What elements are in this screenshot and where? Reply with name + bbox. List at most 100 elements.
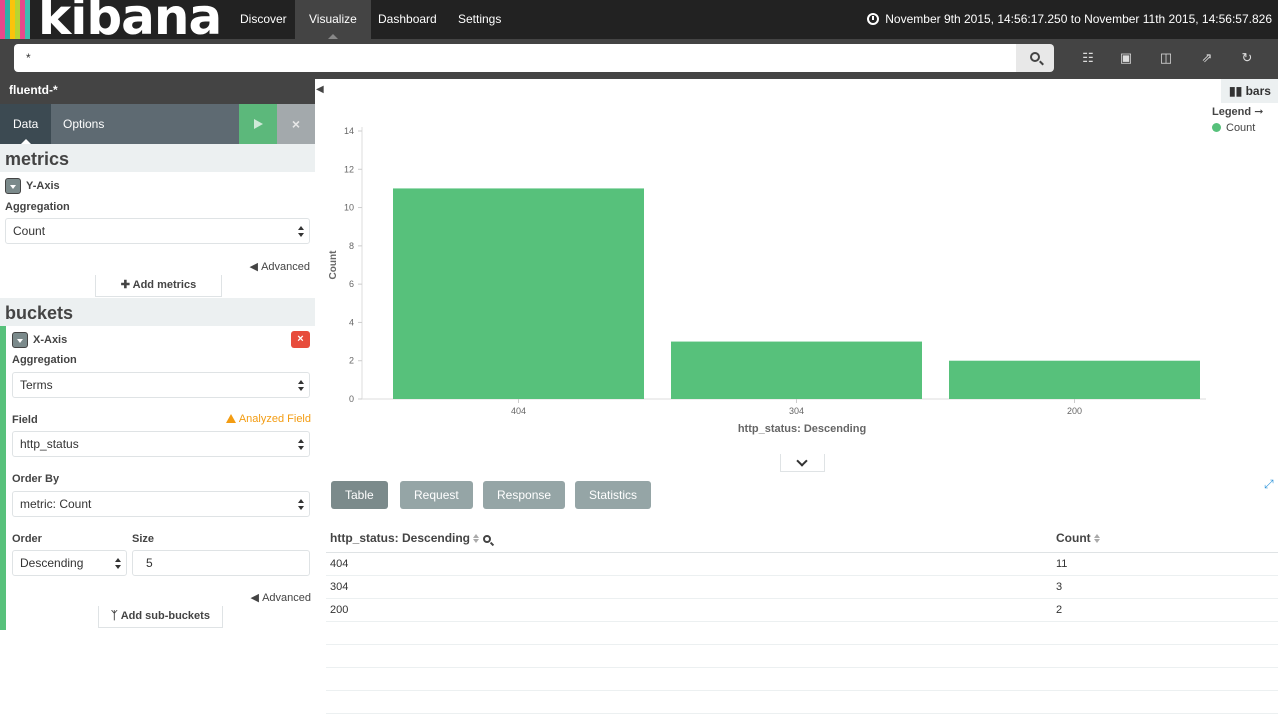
orderby-value: metric: Count [20,497,92,511]
apply-changes-button[interactable] [239,104,277,144]
nav-tab-discover[interactable]: Discover [226,0,301,39]
select-arrows-icon [115,558,121,569]
collapse-sidebar-icon[interactable]: ◀ [316,84,324,95]
tab-data[interactable]: Data [0,104,52,144]
nav-tab-visualize[interactable]: Visualize [295,0,371,39]
table-row-empty [326,691,1278,714]
add-sub-buckets-label: Add sub-buckets [120,610,210,622]
search-icon [1030,52,1040,62]
y-tick-label: 2 [349,356,354,366]
sidebar: fluentd-* Data Options × metrics Y-Axis … [0,79,315,714]
table-row-empty [326,622,1278,645]
y-tick-label: 4 [349,317,354,327]
tab-statistics[interactable]: Statistics [575,481,652,509]
tab-request[interactable]: Request [400,481,473,509]
size-input[interactable]: 5 [132,550,310,576]
metrics-aggregation-value: Count [13,224,46,238]
kibana-logo[interactable]: kibana [0,0,226,39]
x-tick-label: 404 [511,406,526,416]
order-label: Order [12,533,42,545]
top-nav: kibana Discover Visualize Dashboard Sett… [0,0,1278,39]
refresh-icon[interactable]: ↻ [1240,51,1254,65]
save-icon[interactable]: ▣ [1119,51,1133,65]
clock-icon [867,13,880,25]
logo-text: kibana [38,0,222,39]
add-metrics-label: Add metrics [132,279,197,291]
time-picker[interactable]: November 9th 2015, 14:56:17.250 to Novem… [867,0,1272,39]
orderby-select[interactable]: metric: Count [12,491,310,517]
y-tick-label: 6 [349,279,354,289]
order-value: Descending [20,556,84,570]
search-bar: * ☷ ▣ ◫ ⇗ ↻ [0,39,1278,79]
select-arrows-icon [298,499,304,510]
open-folder-icon[interactable]: ◫ [1159,51,1173,65]
sort-icon[interactable] [473,534,480,543]
table-header-http-status[interactable]: http_status: Descending [330,526,492,552]
collapse-xaxis-toggle[interactable] [12,332,28,348]
x-axis-label: http_status: Descending [738,423,866,435]
visualization-area: ▮▮ bars Legend ➞ Count 0 2 4 6 8 10 12 14 Count 4… [326,79,1278,714]
logo-stripe [25,0,30,39]
time-range-text: November 9th 2015, 14:56:17.250 to Novem… [885,12,1272,26]
metrics-aggregation-label: Aggregation [5,201,70,213]
search-input[interactable]: * [14,44,1016,72]
analyzed-field-text: Analyzed Field [238,413,311,425]
bar [671,341,922,399]
y-tick-label: 0 [349,394,354,404]
field-value: http_status [20,437,79,451]
bar-chart-icon: ▮▮ [1229,84,1243,98]
bar [393,188,644,399]
table-cell: 11 [1056,558,1068,570]
table-header-count[interactable]: Count [1056,526,1100,552]
bar [949,360,1200,399]
metrics-section-title: metrics [0,144,315,172]
buckets-advanced-link[interactable]: ◀ Advanced [251,591,311,604]
remove-bucket-button[interactable]: × [291,331,310,348]
tab-response[interactable]: Response [483,481,566,509]
xaxis-label: X-Axis [33,334,68,346]
field-label: Field [12,414,38,426]
y-tick-label: 14 [344,126,354,136]
field-select[interactable]: http_status [12,431,310,457]
tab-table[interactable]: Table [331,481,388,509]
chart-type-label: bars [1245,84,1271,98]
table-cell: 404 [330,558,349,570]
table-header-label: Count [1056,531,1091,545]
buckets-aggregation-select[interactable]: Terms [12,372,310,398]
metrics-advanced-link[interactable]: ◀ Advanced [250,260,310,273]
add-sub-buckets-button[interactable]: ᛉ Add sub-buckets [98,606,223,628]
search-button[interactable] [1016,44,1054,72]
sort-icon[interactable] [1093,534,1100,543]
index-pattern-title: fluentd-* [0,79,315,104]
buckets-panel: X-Axis × Aggregation Terms Field Analyze… [0,326,315,630]
metrics-aggregation-select[interactable]: Count [5,218,310,244]
discard-changes-button[interactable]: × [277,104,315,144]
buckets-aggregation-value: Terms [20,378,53,392]
table-row-empty [326,645,1278,668]
table-cell: 3 [1056,581,1063,593]
share-icon[interactable]: ⇗ [1200,51,1214,65]
y-axis-label: Count [328,250,339,280]
expand-chart-toggle[interactable] [780,454,825,472]
nav-tab-settings[interactable]: Settings [444,0,515,39]
size-label: Size [132,533,155,545]
x-tick-label: 200 [1067,406,1082,416]
fullscreen-icon[interactable]: ⤢ [1264,477,1274,492]
order-select[interactable]: Descending [12,550,127,576]
legend-item-label: Count [1226,122,1256,134]
buckets-section-title: buckets [0,298,315,326]
table-row: 404 11 [326,553,1278,576]
advanced-label: Advanced [261,261,310,273]
buckets-aggregation-label: Aggregation [12,354,77,366]
add-metrics-button[interactable]: ✚ Add metrics [95,275,222,297]
new-visualization-icon[interactable]: ☷ [1081,51,1095,65]
bar-chart: 0 2 4 6 8 10 12 14 Count 404 304 200 http_status: De… [328,126,1206,435]
y-tick-label: 12 [344,164,354,174]
collapse-yaxis-toggle[interactable] [5,178,21,194]
tab-options[interactable]: Options [50,104,117,144]
advanced-label: Advanced [262,592,311,604]
filter-search-icon[interactable] [483,535,492,543]
chart-type-badge: ▮▮ bars [1221,79,1278,103]
nav-tab-dashboard[interactable]: Dashboard [364,0,451,39]
yaxis-label: Y-Axis [26,180,60,192]
